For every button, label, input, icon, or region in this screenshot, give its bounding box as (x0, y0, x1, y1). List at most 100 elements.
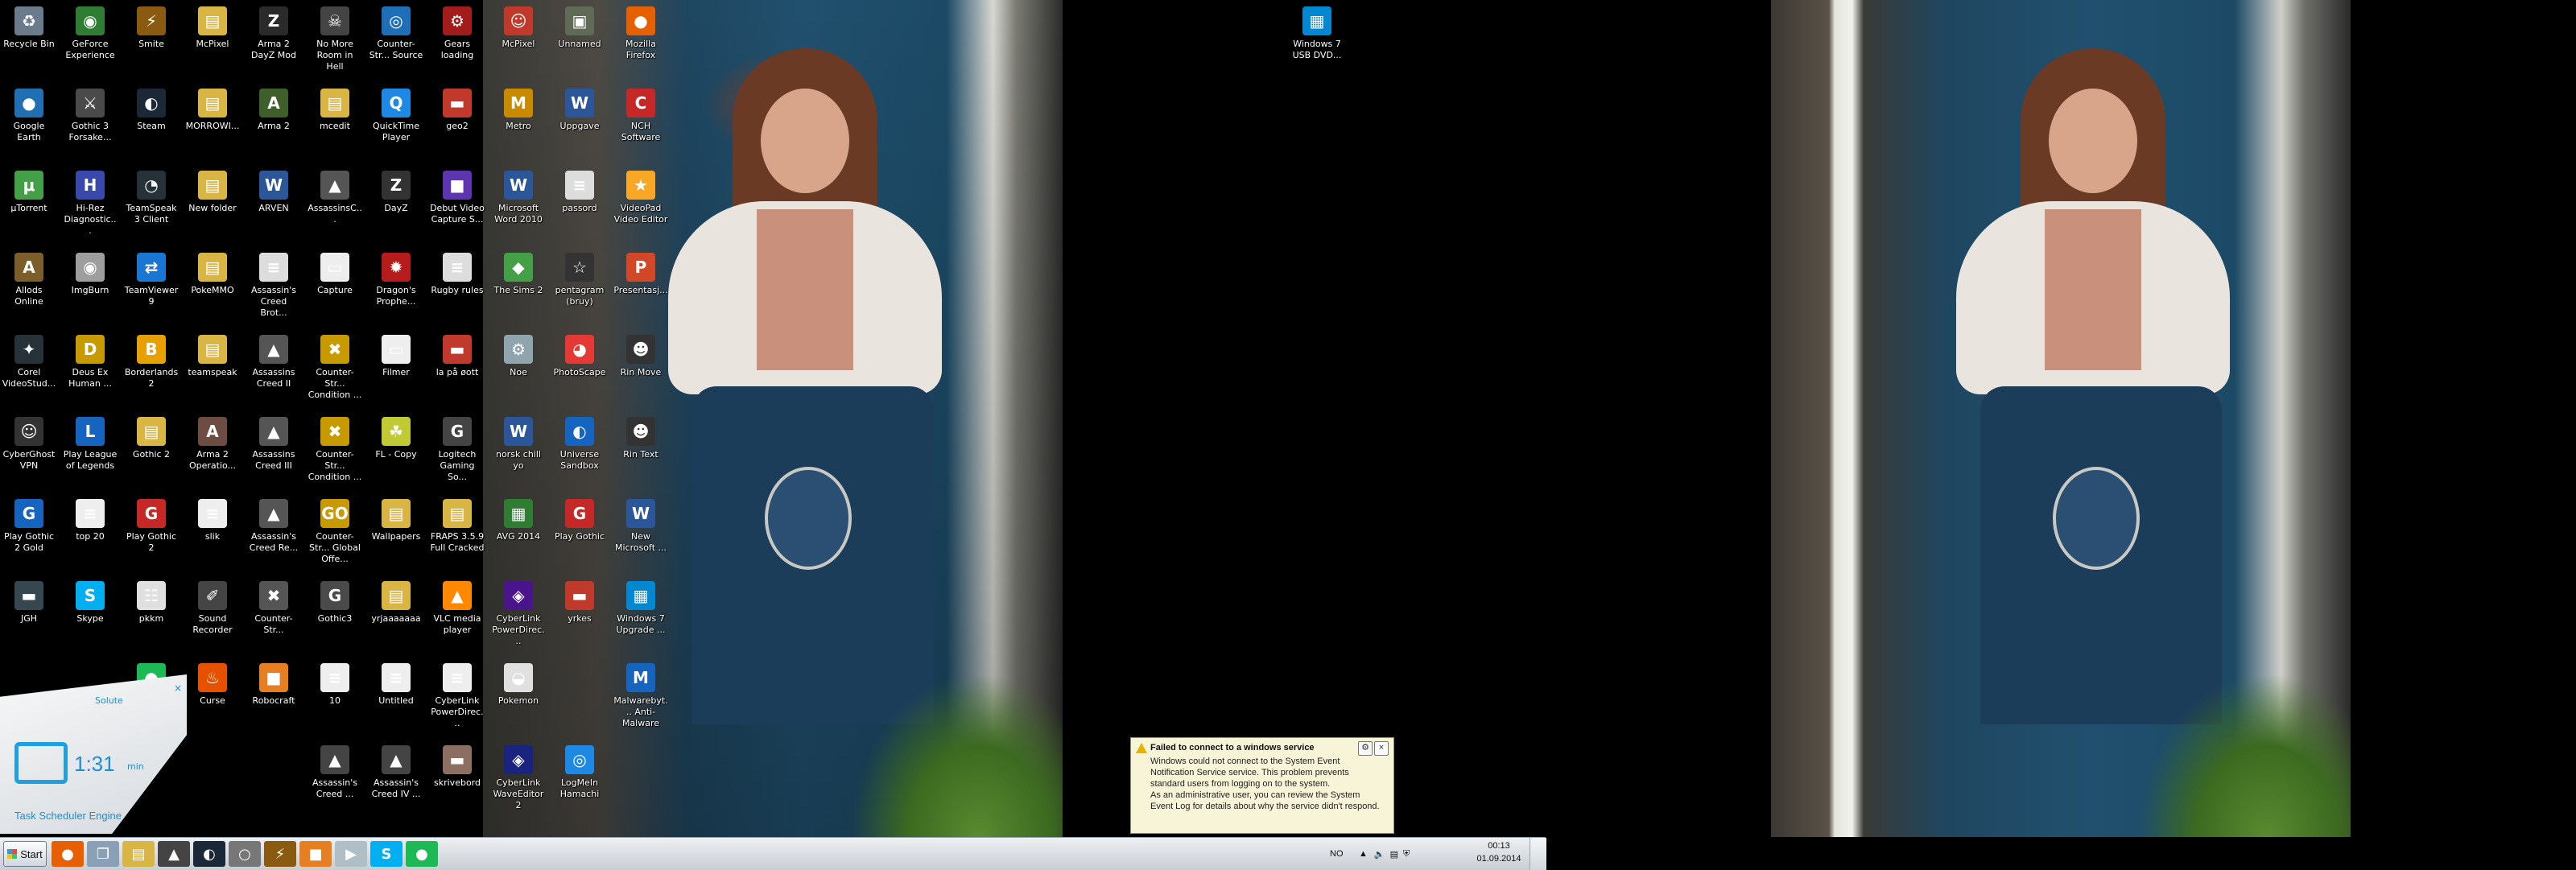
desktop-icon-untitled[interactable]: ≡ Untitled (367, 657, 425, 739)
desktop-icon-counter-str-source[interactable]: ◎ Counter-Str... Source (367, 0, 425, 82)
desktop-icon-arma-2-dayz-mod[interactable]: Z Arma 2 DayZ Mod (245, 0, 303, 82)
desktop-icon-metro[interactable]: M Metro (489, 82, 547, 164)
desktop-icon-yrjaaaaaaa[interactable]: ▤ yrjaaaaaaa (367, 575, 425, 657)
desktop-icon-counter-str-condition[interactable]: ✖ Counter-Str... Condition ... (306, 328, 364, 410)
desktop-icon-microsoft-word-2010[interactable]: W Microsoft Word 2010 (489, 164, 547, 246)
desktop-icon-mcedit[interactable]: ▤ mcedit (306, 82, 364, 164)
taskbar-explorer-icon[interactable]: ▤ (122, 841, 155, 867)
desktop-icon-assassins-creed-ii[interactable]: ▲ Assassins Creed II (245, 328, 303, 410)
desktop-icon-top-20[interactable]: ≡ top 20 (61, 493, 119, 575)
taskbar-origin-icon[interactable]: ○ (229, 841, 261, 867)
desktop-icon-counter-str[interactable]: ✖ Counter-Str... (245, 575, 303, 657)
desktop-icon-play-gothic[interactable]: G Play Gothic (551, 493, 609, 575)
desktop-icon-sound-recorder[interactable]: ✐ Sound Recorder (184, 575, 242, 657)
desktop-icon-cyberlink-powerdirec[interactable]: ◈ CyberLink PowerDirec... (489, 575, 547, 657)
taskbar-assassins-icon[interactable]: ▲ (158, 841, 190, 867)
desktop-icon-unnamed[interactable]: ▣ Unnamed (551, 0, 609, 82)
desktop-icon-vlc-media-player[interactable]: ▲ VLC media player (428, 575, 486, 657)
desktop-icon-noe[interactable]: ⚙ Noe (489, 328, 547, 410)
network-icon[interactable]: ▤ (1390, 849, 1398, 860)
desktop-icon-allods-online[interactable]: A Allods Online (0, 246, 58, 328)
desktop-icon-cyberlink-powerdirec[interactable]: ≡ CyberLink PowerDirec... (428, 657, 486, 739)
desktop-icon-windows-7-upgrade[interactable]: ▦ Windows 7 Upgrade ... (612, 575, 670, 657)
scheduler-widget[interactable]: Solute × 1:31 min Task Scheduler Engine (0, 674, 187, 834)
desktop-icon-windows-7-usb-dvd[interactable]: ▦ Windows 7 USB DVD... (1288, 0, 1346, 82)
desktop-icon-assassins-creed-iii[interactable]: ▲ Assassins Creed III (245, 410, 303, 493)
taskbar-smite-icon[interactable]: ⚡ (264, 841, 296, 867)
desktop-icon-pentagram-bruy[interactable]: ☆ pentagram (bruy) (551, 246, 609, 328)
desktop-icon-google-earth[interactable]: ● Google Earth (0, 82, 58, 164)
widget-close-icon[interactable]: × (174, 682, 182, 694)
desktop-icon-play-gothic-2[interactable]: G Play Gothic 2 (122, 493, 180, 575)
shield-icon[interactable]: ⛨ (1403, 849, 1410, 860)
clock[interactable]: 00:13 01.09.2014 (1467, 839, 1531, 865)
desktop-icon-slik[interactable]: ≡ slik (184, 493, 242, 575)
start-button[interactable]: Start (3, 841, 47, 867)
desktop-icon-presentasj[interactable]: P Presentasj... (612, 246, 670, 328)
desktop-icon-logmein-hamachi[interactable]: ◎ LogMeIn Hamachi (551, 739, 609, 821)
desktop-icon-deus-ex-human[interactable]: D Deus Ex Human ... (61, 328, 119, 410)
desktop-icon-filmer[interactable]: ▭ Filmer (367, 328, 425, 410)
desktop-icon-assassinsc[interactable]: ▲ AssassinsC... (306, 164, 364, 246)
desktop-icon-wallpapers[interactable]: ▤ Wallpapers (367, 493, 425, 575)
desktop-icon-gothic-3-forsake[interactable]: ⚔ Gothic 3 Forsake... (61, 82, 119, 164)
desktop-icon-play-league-of-legends[interactable]: L Play League of Legends (61, 410, 119, 493)
show-desktop-button[interactable] (1530, 838, 1546, 870)
desktop-icon-the-sims-2[interactable]: ◆ The Sims 2 (489, 246, 547, 328)
desktop-icon-counter-str-global-offe[interactable]: GO Counter-Str... Global Offe... (306, 493, 364, 575)
desktop-icon-assassin-s-creed[interactable]: ▲ Assassin's Creed ... (306, 739, 364, 821)
desktop-icon-capture[interactable]: ▭ Capture (306, 246, 364, 328)
desktop-icon-pokemmo[interactable]: ▤ PokeMMO (184, 246, 242, 328)
desktop-icon-videopad-video-editor[interactable]: ★ VideoPad Video Editor (612, 164, 670, 246)
desktop-icon-skrivebord[interactable]: ▬ skrivebord (428, 739, 486, 821)
desktop-icon-gothic-2[interactable]: ▤ Gothic 2 (122, 410, 180, 493)
desktop-icon-gears-loading[interactable]: ⚙ Gears loading (428, 0, 486, 82)
desktop-icon-nch-software[interactable]: C NCH Software (612, 82, 670, 164)
desktop-icon-geforce-experience[interactable]: ◉ GeForce Experience (61, 0, 119, 82)
taskbar-spotify-icon[interactable]: ● (406, 841, 438, 867)
notification-balloon[interactable]: Failed to connect to a windows service ⚙… (1130, 737, 1394, 834)
desktop-icon-la-p-ott[interactable]: ▬ la på øott (428, 328, 486, 410)
desktop-icon-robocraft[interactable]: ■ Robocraft (245, 657, 303, 739)
desktop-icon-quicktime-player[interactable]: Q QuickTime Player (367, 82, 425, 164)
desktop-icon-no-more-room-in-hell[interactable]: ☠ No More Room in Hell (306, 0, 364, 82)
desktop-icon-rugby-rules[interactable]: ≡ Rugby rules (428, 246, 486, 328)
desktop-icon-corel-videostud[interactable]: ✦ Corel VideoStud... (0, 328, 58, 410)
taskbar-steam-icon[interactable]: ◐ (193, 841, 225, 867)
desktop-icon-debut-video-capture-s[interactable]: ■ Debut Video Capture S... (428, 164, 486, 246)
desktop-icon-skype[interactable]: S Skype (61, 575, 119, 657)
desktop-icon-jgh[interactable]: ▬ JGH (0, 575, 58, 657)
desktop-icon-imgburn[interactable]: ◉ ImgBurn (61, 246, 119, 328)
language-indicator[interactable]: NO (1330, 838, 1344, 870)
desktop-icon-cyberlink-waveeditor-2[interactable]: ◈ CyberLink WaveEditor 2 (489, 739, 547, 821)
desktop-icon-assassin-s-creed-re[interactable]: ▲ Assassin's Creed Re... (245, 493, 303, 575)
desktop-icon-mcpixel[interactable]: ▤ McPixel (184, 0, 242, 82)
desktop-icon-fraps-3-5-9-full-cracked[interactable]: ▤ FRAPS 3.5.9 Full Cracked (428, 493, 486, 575)
desktop-icon-curse[interactable]: ♨ Curse (184, 657, 242, 739)
speaker-icon[interactable]: 🔈 (1374, 849, 1385, 860)
desktop-icon-rin-move[interactable]: ☻ Rin Move (612, 328, 670, 410)
desktop-icon-new-folder[interactable]: ▤ New folder (184, 164, 242, 246)
taskbar-firefox-icon[interactable]: ● (52, 841, 84, 867)
desktop-icon-avg-2014[interactable]: ▦ AVG 2014 (489, 493, 547, 575)
taskbar-skype-icon[interactable]: S (370, 841, 402, 867)
desktop-icon-borderlands-2[interactable]: B Borderlands 2 (122, 328, 180, 410)
desktop-icon-teamspeak-3-client[interactable]: ◔ TeamSpeak 3 Client (122, 164, 180, 246)
desktop-icon-assassin-s-creed-brot[interactable]: ≡ Assassin's Creed Brot... (245, 246, 303, 328)
desktop-icon-arma-2-operatio[interactable]: A Arma 2 Operatio... (184, 410, 242, 493)
chevron-up-icon[interactable]: ▲ (1359, 849, 1368, 859)
desktop-icon-photoscape[interactable]: ◕ PhotoScape (551, 328, 609, 410)
desktop-icon-torrent[interactable]: μ µTorrent (0, 164, 58, 246)
desktop-icon-smite[interactable]: ⚡ Smite (122, 0, 180, 82)
desktop-icon-arma-2[interactable]: A Arma 2 (245, 82, 303, 164)
desktop-icon-passord[interactable]: ≡ passord (551, 164, 609, 246)
desktop-icon-fl-copy[interactable]: ☘ FL - Copy (367, 410, 425, 493)
desktop-icon-morrowi[interactable]: ▤ MORROWI... (184, 82, 242, 164)
desktop-icon-mozilla-firefox[interactable]: ● Mozilla Firefox (612, 0, 670, 82)
desktop-icon-assassin-s-creed-iv[interactable]: ▲ Assassin's Creed IV ... (367, 739, 425, 821)
desktop-icon-arven[interactable]: W ARVEN (245, 164, 303, 246)
desktop-icon-geo2[interactable]: ▬ geo2 (428, 82, 486, 164)
desktop-icon-mcpixel[interactable]: ☺ McPixel (489, 0, 547, 82)
desktop-icon-yrkes[interactable]: ▬ yrkes (551, 575, 609, 657)
desktop-icon-teamviewer-9[interactable]: ⇄ TeamViewer 9 (122, 246, 180, 328)
